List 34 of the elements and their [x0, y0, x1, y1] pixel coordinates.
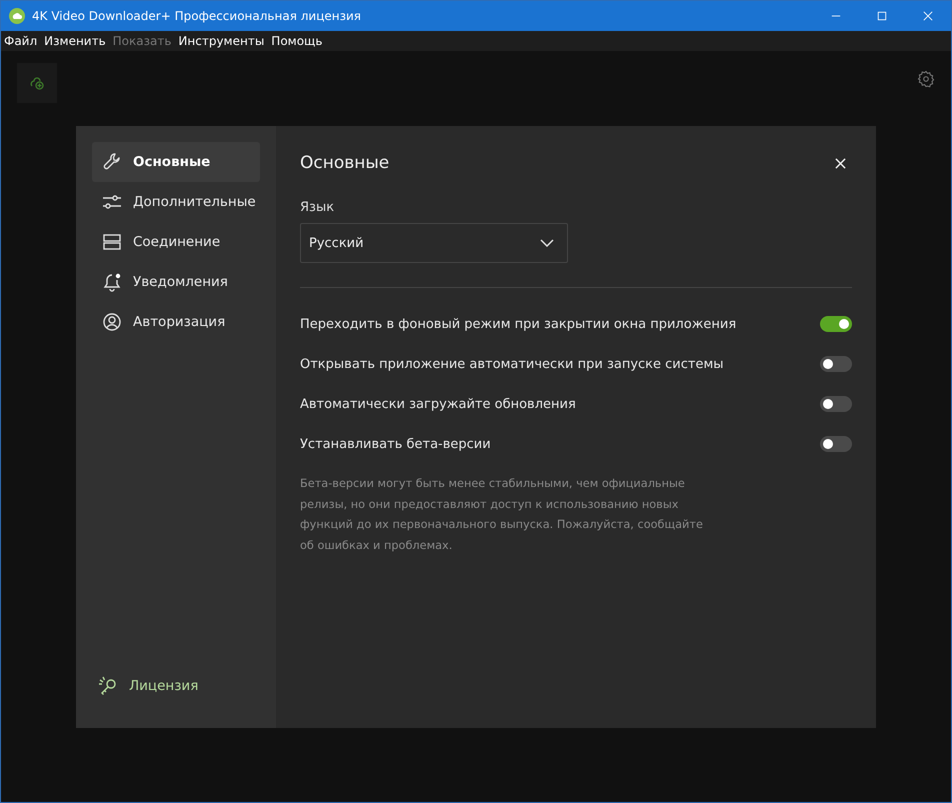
toggle-switch[interactable]	[820, 436, 852, 452]
menu-item[interactable]: Помощь	[271, 34, 322, 48]
toggle-switch[interactable]	[820, 316, 852, 332]
beta-note: Бета-версии могут быть менее стабильными, чем официальные релизы, но они предоставляют доступ к использованию новых функций до их первоначального выпуска. Пожалуйста, сообщайте об ошибках и проблемах.	[300, 476, 704, 554]
sidebar-item[interactable]: Основные	[92, 142, 260, 182]
chevron-down-icon	[540, 239, 554, 247]
sidebar-item[interactable]: Соединение	[92, 222, 260, 262]
toggle-switch[interactable]	[820, 396, 852, 412]
toggle-label: Устанавливать бета-версии	[300, 436, 491, 452]
bell-icon	[102, 272, 122, 292]
sidebar-item[interactable]: Уведомления	[92, 262, 260, 302]
menu-item[interactable]: Инструменты	[178, 34, 264, 48]
field-label: Язык	[300, 200, 336, 215]
toggle-label: Открывать приложение автоматически при запуске системы	[300, 356, 724, 372]
language-dropdown[interactable]: Русский	[300, 223, 568, 263]
close-icon[interactable]	[835, 158, 846, 168]
key-icon	[98, 676, 118, 696]
wrench-icon	[102, 152, 122, 172]
license-link[interactable]: Лицензия	[92, 676, 260, 712]
window-title: 4K Video Downloader+ Профессиональная лицензия	[32, 9, 362, 23]
panel-title: Основные	[300, 153, 390, 173]
settings-icon[interactable]	[917, 70, 935, 88]
toggle-label: Переходить в фоновый режим при закрытии окна приложения	[300, 316, 736, 332]
app-logo-icon	[9, 8, 25, 24]
toggle-label: Автоматически загружайте обновления	[300, 396, 576, 412]
sidebar-item[interactable]: Дополнительные	[92, 182, 260, 222]
add-link-button[interactable]	[17, 63, 57, 103]
user-icon	[102, 312, 122, 332]
server-icon	[102, 232, 122, 252]
menu-item[interactable]: Файл	[4, 34, 38, 48]
add-link-icon	[29, 75, 45, 91]
sidebar-item[interactable]: Авторизация	[92, 302, 260, 342]
menu-item[interactable]: Изменить	[44, 34, 106, 48]
toggle-switch[interactable]	[820, 356, 852, 372]
